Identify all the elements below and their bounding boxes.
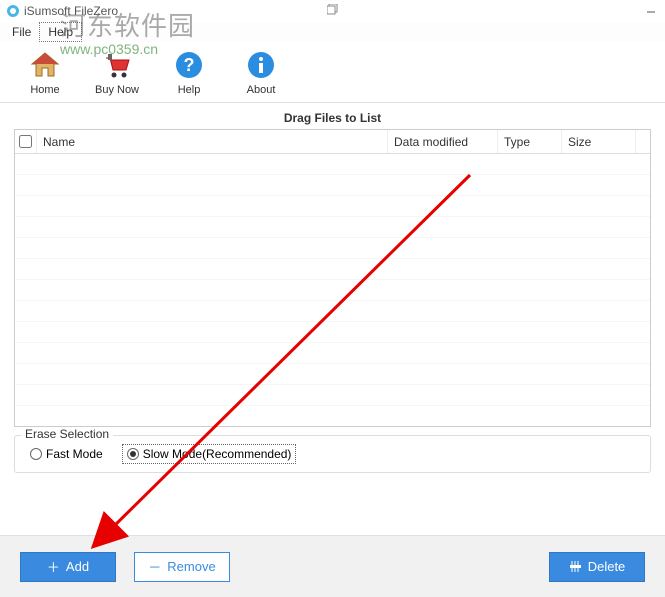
toolbar-help-label: Help (178, 84, 201, 96)
toolbar: Home Buy Now ? Help About (0, 42, 665, 103)
column-checkbox[interactable] (15, 130, 37, 153)
remove-button-label: Remove (167, 559, 215, 574)
column-type[interactable]: Type (498, 130, 562, 153)
radio-icon (127, 448, 139, 460)
home-icon (28, 48, 62, 82)
minus-icon: － (148, 560, 161, 573)
file-list: Name Data modified Type Size (14, 129, 651, 427)
minimize-button[interactable] (637, 0, 665, 18)
radio-fast-label: Fast Mode (46, 447, 103, 461)
delete-button[interactable]: Delete (549, 552, 645, 582)
select-all-checkbox[interactable] (19, 135, 32, 148)
cart-icon (100, 48, 134, 82)
erase-legend: Erase Selection (21, 427, 113, 441)
radio-slow-mode[interactable]: Slow Mode(Recommended) (122, 444, 297, 464)
column-tail (636, 130, 650, 153)
drag-files-label: Drag Files to List (0, 103, 665, 129)
toolbar-about-label: About (247, 84, 276, 96)
toolbar-help[interactable]: ? Help (164, 48, 214, 96)
delete-button-label: Delete (588, 559, 626, 574)
toolbar-buy-label: Buy Now (95, 84, 139, 96)
erase-selection-group: Erase Selection Fast Mode Slow Mode(Reco… (14, 435, 651, 473)
svg-text:?: ? (184, 55, 195, 75)
restore-icon[interactable] (326, 2, 340, 16)
shredder-icon (569, 560, 582, 573)
info-icon (244, 48, 278, 82)
radio-slow-label: Slow Mode(Recommended) (143, 447, 292, 461)
radio-icon (30, 448, 42, 460)
remove-button[interactable]: － Remove (134, 552, 230, 582)
toolbar-home-label: Home (30, 84, 59, 96)
window-controls (637, 0, 665, 18)
menu-help[interactable]: Help (39, 22, 82, 42)
radio-fast-mode[interactable]: Fast Mode (25, 444, 108, 464)
column-name[interactable]: Name (37, 130, 388, 153)
help-icon: ? (172, 48, 206, 82)
column-date[interactable]: Data modified (388, 130, 498, 153)
toolbar-home[interactable]: Home (20, 48, 70, 96)
file-list-header: Name Data modified Type Size (15, 130, 650, 154)
column-size[interactable]: Size (562, 130, 636, 153)
file-list-body[interactable] (15, 154, 650, 426)
toolbar-buy[interactable]: Buy Now (92, 48, 142, 96)
add-button-label: Add (66, 559, 89, 574)
bottom-bar: ＋ Add － Remove Delete (0, 535, 665, 597)
menu-file[interactable]: File (4, 23, 39, 41)
plus-icon: ＋ (47, 560, 60, 573)
add-button[interactable]: ＋ Add (20, 552, 116, 582)
window-title: iSumsoft FileZero (24, 4, 118, 18)
menu-bar: File Help (0, 22, 665, 42)
app-icon (6, 4, 20, 18)
toolbar-about[interactable]: About (236, 48, 286, 96)
